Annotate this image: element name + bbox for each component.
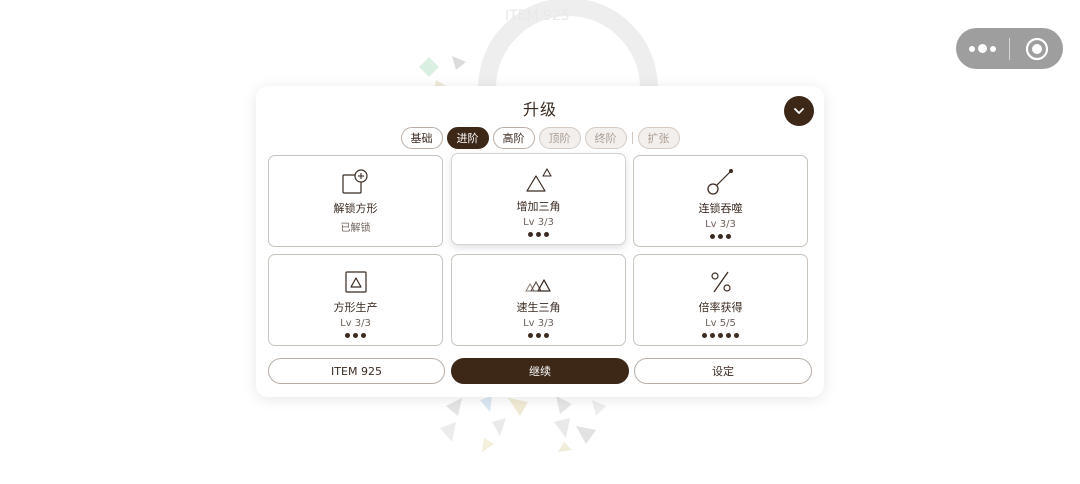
target-circle-icon[interactable] (1010, 28, 1063, 69)
tab-divider (631, 132, 633, 144)
upgrade-panel: 升级 基础 进阶 高阶 顶阶 终阶 扩张 解锁方形 已解锁 增加三角 Lv 3/… (256, 86, 824, 397)
tab-advanced[interactable]: 进阶 (446, 127, 489, 149)
card-name: 连锁吞噬 (698, 202, 743, 215)
card-name: 解锁方形 (333, 202, 378, 215)
card-level: Lv 3/3 (523, 217, 554, 228)
upgrade-card-chain-devour[interactable]: 连锁吞噬 Lv 3/3 (633, 155, 808, 247)
tab-expand[interactable]: 扩张 (637, 127, 680, 149)
upgrade-card-square-production[interactable]: 方形生产 Lv 3/3 (268, 254, 443, 346)
background-item-label: ITEM 925 (505, 8, 570, 24)
card-status: 已解锁 (340, 223, 371, 234)
card-level: Lv 3/3 (523, 318, 554, 329)
upgrade-card-multiplier[interactable]: 倍率获得 Lv 5/5 (633, 254, 808, 346)
square-plus-icon (341, 166, 371, 196)
tab-final[interactable]: 终阶 (584, 127, 627, 149)
card-name: 速生三角 (516, 301, 561, 314)
card-name: 增加三角 (516, 200, 561, 213)
background-shards-bottom (440, 396, 606, 452)
percent-icon (706, 265, 736, 295)
card-level: Lv 3/3 (340, 318, 371, 329)
fast-triangles-icon (524, 265, 554, 295)
continue-button[interactable]: 继续 (451, 358, 629, 384)
upgrade-card-unlock-square[interactable]: 解锁方形 已解锁 (268, 155, 443, 247)
upgrade-card-fast-triangle[interactable]: 速生三角 Lv 3/3 (451, 254, 626, 346)
tier-tabs: 基础 进阶 高阶 顶阶 终阶 扩张 (256, 127, 824, 149)
tab-basic[interactable]: 基础 (400, 127, 443, 149)
chevron-down-icon (794, 108, 804, 114)
more-dots-icon[interactable] (956, 44, 1009, 53)
chain-link-icon (706, 166, 736, 196)
card-name: 倍率获得 (698, 301, 743, 314)
square-triangle-icon (341, 265, 371, 295)
tab-top[interactable]: 顶阶 (538, 127, 581, 149)
tab-high[interactable]: 高阶 (492, 127, 535, 149)
panel-title: 升级 (522, 100, 557, 119)
card-level: Lv 3/3 (705, 219, 736, 230)
card-level: Lv 5/5 (705, 318, 736, 329)
card-level-pips (702, 333, 739, 338)
triangles-icon (524, 164, 554, 194)
collapse-button[interactable] (784, 96, 814, 126)
settings-button[interactable]: 设定 (634, 358, 812, 384)
item-button[interactable]: ITEM 925 (268, 358, 445, 384)
mini-program-capsule (956, 28, 1063, 69)
card-level-pips (528, 333, 549, 338)
card-level-pips (528, 232, 549, 237)
upgrade-card-add-triangle[interactable]: 增加三角 Lv 3/3 (451, 153, 626, 245)
card-level-pips (345, 333, 366, 338)
card-level-pips (710, 234, 731, 239)
card-name: 方形生产 (333, 301, 378, 314)
